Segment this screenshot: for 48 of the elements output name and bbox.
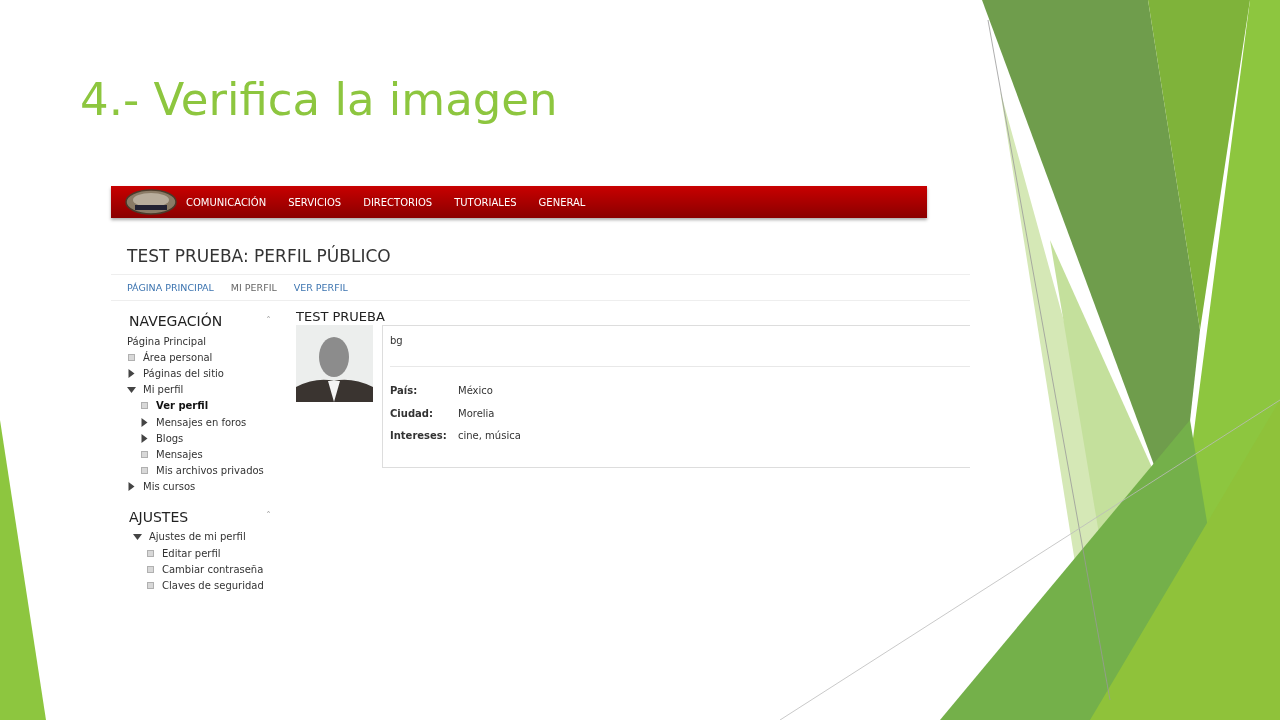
nav-item[interactable]: Mensajes (156, 448, 203, 460)
field-value: México (458, 385, 493, 398)
slide-title: 4.- Verifica la imagen (79, 72, 559, 128)
caret-down-icon[interactable] (133, 533, 142, 540)
user-name: TEST PRUEBA (296, 309, 386, 324)
nav-item[interactable]: Área personal (143, 351, 213, 363)
breadcrumb-link[interactable]: VER PERFIL (293, 282, 348, 293)
nav-item[interactable]: Páginas del sitio (143, 367, 224, 379)
nav-item[interactable]: Mensajes en foros (156, 416, 247, 428)
field-label: País: (390, 385, 419, 398)
nav-item[interactable]: Ver perfil (156, 400, 209, 412)
menu-item[interactable]: DIRECTORIOS (363, 196, 433, 208)
field-label: Ciudad: (390, 407, 434, 421)
field-value: Morelia (458, 407, 495, 421)
menu-item[interactable]: COMUNICACIÓN (186, 196, 267, 208)
nav-item[interactable]: Página Principal (127, 335, 207, 347)
nav-item[interactable]: Mis archivos privados (156, 465, 264, 477)
block-title: AJUSTES (129, 508, 189, 525)
bullet-icon (146, 549, 155, 557)
logo-icon (125, 189, 177, 215)
nav-item[interactable]: Claves de seguridad (162, 580, 264, 592)
page-title: TEST PRUEBA: PERFIL PÚBLICO (127, 246, 392, 268)
nav-item[interactable]: Mis cursos (143, 481, 196, 493)
bullet-icon (146, 582, 155, 590)
caret-right-icon[interactable] (127, 368, 136, 378)
menu-item[interactable]: SERVICIOS (288, 196, 342, 208)
breadcrumb-text: MI PERFIL (230, 282, 277, 293)
nav-item[interactable]: Editar perfil (162, 547, 221, 559)
bullet-icon (140, 467, 149, 475)
breadcrumb-link[interactable]: PÁGINA PRINCIPAL (127, 282, 214, 293)
caret-right-icon[interactable] (140, 417, 149, 427)
nav-item[interactable]: Mi perfil (143, 384, 184, 396)
nav-item[interactable]: Blogs (156, 432, 184, 444)
nav-item[interactable]: Cambiar contraseña (162, 563, 264, 575)
nav-item[interactable]: Ajustes de mi perfil (149, 531, 246, 543)
caret-right-icon[interactable] (127, 482, 136, 492)
menu-item[interactable]: TUTORIALES (454, 196, 517, 208)
bullet-icon (140, 402, 149, 410)
bullet-icon (140, 450, 149, 458)
bullet-icon (127, 353, 136, 361)
block-title: NAVEGACIÓN (129, 313, 223, 329)
menu-item[interactable]: GENERAL (538, 196, 586, 208)
bullet-icon (146, 565, 155, 573)
caret-right-icon[interactable] (140, 433, 149, 443)
caret-down-icon[interactable] (127, 386, 136, 393)
field-label: Intereses: (390, 430, 448, 443)
profile-description: bg (390, 326, 970, 367)
field-value: cine, música (458, 430, 521, 443)
